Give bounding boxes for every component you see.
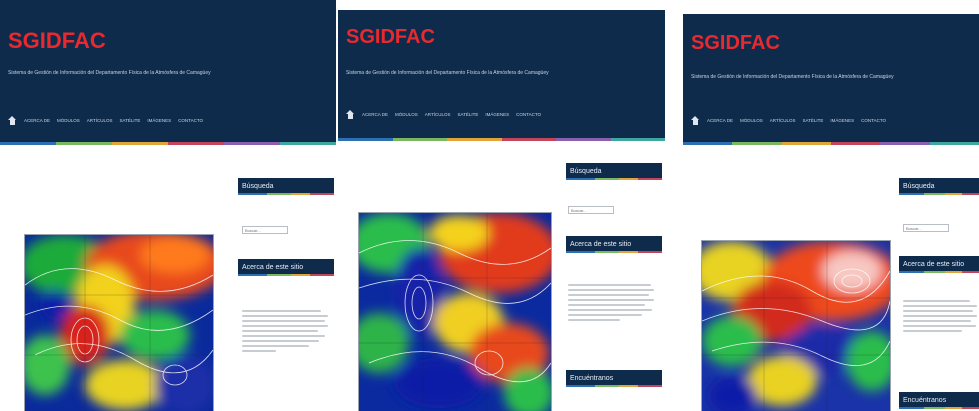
weather-map-image xyxy=(358,212,552,411)
nav-item-articulos[interactable]: ARTÍCULOS xyxy=(425,112,451,117)
nav-item-articulos[interactable]: ARTÍCULOS xyxy=(87,118,113,123)
site-logo-text[interactable]: SGIDFAC xyxy=(8,28,106,54)
bottom-widget-title: Encuéntranos xyxy=(899,392,979,409)
header-color-bar xyxy=(338,138,665,141)
about-widget-title: Acerca de este sitio xyxy=(238,259,334,276)
main-nav: ACERCA DE MÓDULOS ARTÍCULOS SATÉLITE IMÁ… xyxy=(346,110,541,119)
site-tagline: Sistema de Gestión de Información del De… xyxy=(8,70,211,76)
weather-map-graphic xyxy=(359,213,551,411)
nav-item-imagenes[interactable]: IMÁGENES xyxy=(830,118,854,123)
search-input[interactable] xyxy=(568,206,614,214)
search-input[interactable] xyxy=(242,226,288,234)
site-logo-text[interactable]: SGIDFAC xyxy=(691,32,780,55)
nav-item-contacto[interactable]: CONTACTO xyxy=(516,112,541,117)
home-icon[interactable] xyxy=(8,116,17,125)
home-icon[interactable] xyxy=(346,110,355,119)
search-widget-title: Búsqueda xyxy=(566,163,662,180)
site-logo-text[interactable]: SGIDFAC xyxy=(346,26,435,49)
nav-item-acerca[interactable]: ACERCA DE xyxy=(24,118,50,123)
main-nav: ACERCA DE MÓDULOS ARTÍCULOS SATÉLITE IMÁ… xyxy=(691,116,886,125)
search-widget-title: Búsqueda xyxy=(238,178,334,195)
site-header: SGIDFAC Sistema de Gestión de Informació… xyxy=(683,14,979,145)
nav-item-satelite[interactable]: SATÉLITE xyxy=(119,118,140,123)
nav-item-modulos[interactable]: MÓDULOS xyxy=(395,112,418,117)
nav-item-modulos[interactable]: MÓDULOS xyxy=(57,118,80,123)
website-screenshot-2: SGIDFAC Sistema de Gestión de Informació… xyxy=(338,0,665,411)
nav-item-contacto[interactable]: CONTACTO xyxy=(861,118,886,123)
nav-item-articulos[interactable]: ARTÍCULOS xyxy=(770,118,796,123)
site-tagline: Sistema de Gestión de Información del De… xyxy=(691,74,894,80)
weather-map-image xyxy=(701,240,891,411)
about-widget-title: Acerca de este sitio xyxy=(899,256,979,273)
nav-item-acerca[interactable]: ACERCA DE xyxy=(362,112,388,117)
screenshot-strip: SGIDFAC Sistema de Gestión de Informació… xyxy=(0,0,979,411)
nav-item-imagenes[interactable]: IMÁGENES xyxy=(485,112,509,117)
weather-map-graphic xyxy=(702,241,890,411)
header-color-bar xyxy=(0,142,336,145)
nav-item-acerca[interactable]: ACERCA DE xyxy=(707,118,733,123)
about-widget-title: Acerca de este sitio xyxy=(566,236,662,253)
nav-item-contacto[interactable]: CONTACTO xyxy=(178,118,203,123)
search-widget-title: Búsqueda xyxy=(899,178,979,195)
about-widget-text xyxy=(568,284,654,324)
site-header: SGIDFAC Sistema de Gestión de Informació… xyxy=(338,10,665,141)
site-tagline: Sistema de Gestión de Información del De… xyxy=(346,70,549,76)
nav-item-satelite[interactable]: SATÉLITE xyxy=(802,118,823,123)
weather-map-graphic xyxy=(25,235,213,411)
about-widget-text xyxy=(903,300,977,335)
main-nav: ACERCA DE MÓDULOS ARTÍCULOS SATÉLITE IMÁ… xyxy=(8,116,203,125)
header-color-bar xyxy=(683,142,979,145)
nav-item-modulos[interactable]: MÓDULOS xyxy=(740,118,763,123)
about-widget-text xyxy=(242,310,328,355)
website-screenshot-3: SGIDFAC Sistema de Gestión de Informació… xyxy=(683,0,979,411)
weather-map-image xyxy=(24,234,214,411)
bottom-widget-title: Encuéntranos xyxy=(566,370,662,387)
website-screenshot-1: SGIDFAC Sistema de Gestión de Informació… xyxy=(0,0,336,411)
search-input[interactable] xyxy=(903,224,949,232)
home-icon[interactable] xyxy=(691,116,700,125)
nav-item-imagenes[interactable]: IMÁGENES xyxy=(147,118,171,123)
nav-item-satelite[interactable]: SATÉLITE xyxy=(457,112,478,117)
site-header: SGIDFAC Sistema de Gestión de Informació… xyxy=(0,0,336,145)
